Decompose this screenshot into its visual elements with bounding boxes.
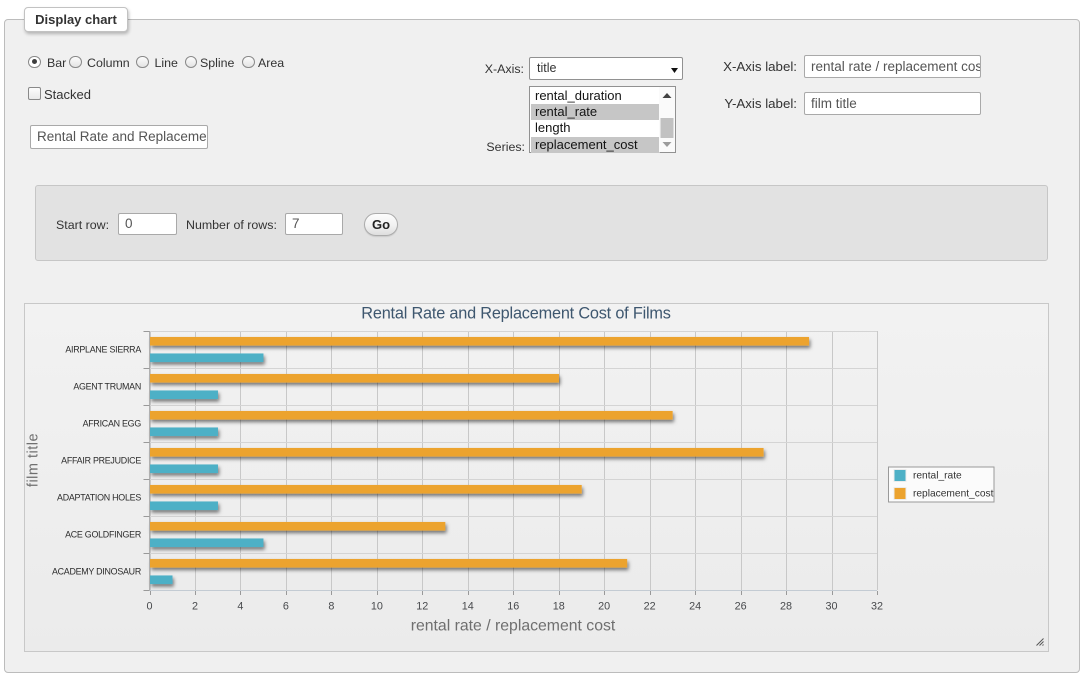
svg-text:4: 4	[237, 600, 243, 612]
svg-text:replacement_cost: replacement_cost	[913, 489, 994, 500]
svg-text:22: 22	[644, 600, 656, 612]
svg-text:rental rate / replacement cost: rental rate / replacement cost	[411, 618, 616, 635]
svg-text:AGENT TRUMAN: AGENT TRUMAN	[73, 382, 141, 392]
svg-text:AFRICAN EGG: AFRICAN EGG	[83, 419, 142, 429]
svg-text:18: 18	[553, 600, 565, 612]
svg-text:Rental Rate and Replacement Co: Rental Rate and Replacement Cost of Film…	[361, 305, 670, 323]
svg-text:6: 6	[283, 600, 289, 612]
svg-text:28: 28	[780, 600, 792, 612]
svg-text:24: 24	[689, 600, 701, 612]
svg-text:ADAPTATION HOLES: ADAPTATION HOLES	[57, 493, 141, 503]
svg-text:16: 16	[507, 600, 519, 612]
svg-text:rental_rate: rental_rate	[913, 471, 962, 482]
svg-text:0: 0	[146, 600, 152, 612]
svg-text:2: 2	[192, 600, 198, 612]
svg-text:film title: film title	[26, 433, 42, 487]
svg-text:20: 20	[598, 600, 610, 612]
svg-text:ACADEMY DINOSAUR: ACADEMY DINOSAUR	[52, 567, 141, 577]
svg-text:AFFAIR PREJUDICE: AFFAIR PREJUDICE	[61, 456, 141, 466]
svg-text:26: 26	[735, 600, 747, 612]
svg-text:10: 10	[371, 600, 383, 612]
svg-text:14: 14	[462, 600, 474, 612]
svg-text:8: 8	[328, 600, 334, 612]
svg-text:ACE GOLDFINGER: ACE GOLDFINGER	[65, 530, 141, 540]
svg-text:30: 30	[826, 600, 838, 612]
svg-text:AIRPLANE SIERRA: AIRPLANE SIERRA	[65, 345, 141, 355]
svg-text:32: 32	[871, 600, 883, 612]
svg-text:12: 12	[416, 600, 428, 612]
